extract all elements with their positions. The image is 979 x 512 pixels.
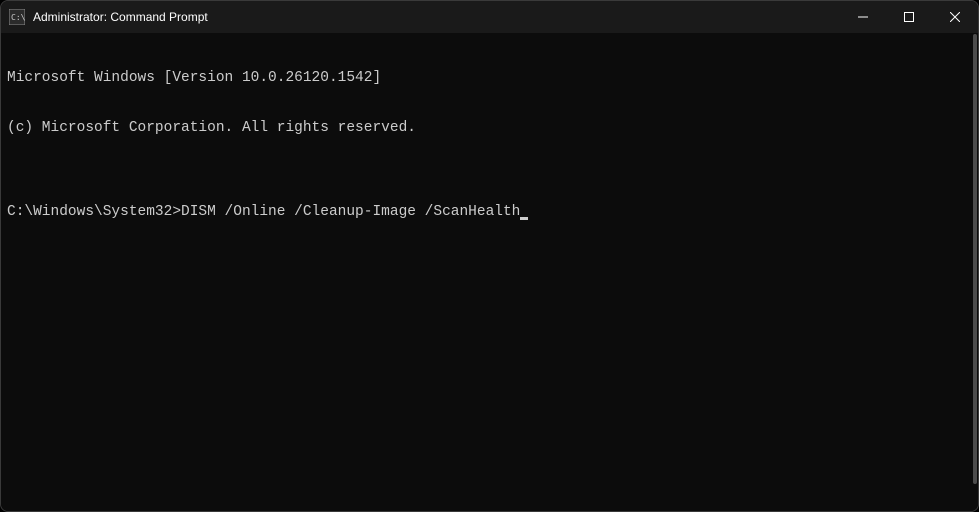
minimize-button[interactable] (840, 1, 886, 33)
scrollbar-thumb[interactable] (973, 34, 977, 484)
prompt-text: C:\Windows\System32> (7, 204, 181, 221)
command-prompt-window: C:\ Administrator: Command Prompt Micros… (0, 0, 979, 512)
maximize-button[interactable] (886, 1, 932, 33)
copyright-line: (c) Microsoft Corporation. All rights re… (7, 120, 972, 137)
terminal-area[interactable]: Microsoft Windows [Version 10.0.26120.15… (1, 33, 978, 511)
cmd-icon: C:\ (9, 9, 25, 25)
version-line: Microsoft Windows [Version 10.0.26120.15… (7, 70, 972, 87)
svg-text:C:\: C:\ (11, 13, 25, 22)
command-text: DISM /Online /Cleanup-Image /ScanHealth (181, 204, 520, 221)
window-controls (840, 1, 978, 33)
cursor (520, 217, 528, 220)
prompt-line: C:\Windows\System32>DISM /Online /Cleanu… (7, 204, 972, 221)
scrollbar[interactable] (971, 34, 977, 506)
window-title: Administrator: Command Prompt (33, 10, 840, 24)
titlebar[interactable]: C:\ Administrator: Command Prompt (1, 1, 978, 33)
close-button[interactable] (932, 1, 978, 33)
